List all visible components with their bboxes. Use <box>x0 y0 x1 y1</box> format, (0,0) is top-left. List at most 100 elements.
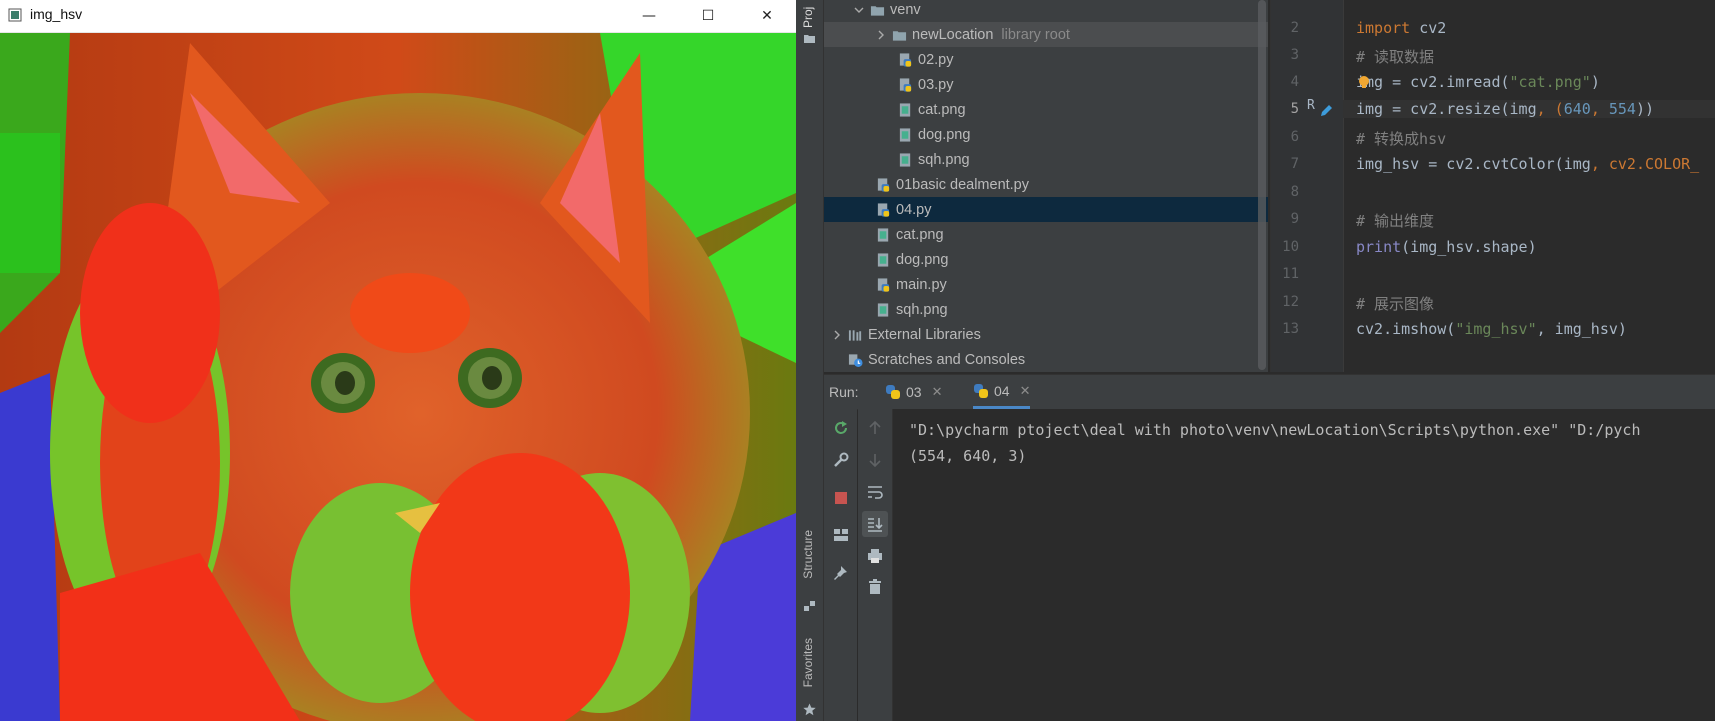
window-titlebar[interactable]: img_hsv — ☐ ✕ <box>0 0 796 33</box>
tree-item-label: dog.png <box>918 126 971 143</box>
run-tab-04[interactable]: 04 ✕ <box>973 375 1031 409</box>
project-tree: venv newLocation library root 02.py 03.p… <box>824 0 1268 372</box>
code-line-12: # 展示图像 <box>1356 295 1435 313</box>
pin-button[interactable] <box>828 560 854 586</box>
tree-item-01basic[interactable]: 01basic dealment.py <box>824 172 1268 197</box>
tree-item-venv[interactable]: venv <box>824 0 1268 22</box>
tree-item-catpng[interactable]: cat.png <box>824 97 1268 122</box>
tree-item-dogpng[interactable]: dog.png <box>824 122 1268 147</box>
python-file-icon <box>877 202 890 217</box>
wrench-icon <box>834 452 849 467</box>
scroll-to-end-button[interactable] <box>862 511 888 537</box>
maximize-button[interactable]: ☐ <box>679 0 737 32</box>
library-root-hint: library root <box>1001 26 1070 43</box>
code-line-9: # 输出维度 <box>1356 212 1435 230</box>
window-title: img_hsv <box>30 6 83 22</box>
project-tool-tab[interactable]: Proj <box>801 0 815 28</box>
tree-item-label: venv <box>890 1 921 18</box>
tree-item-external-libraries[interactable]: External Libraries <box>824 322 1262 347</box>
tree-scrollbar[interactable] <box>1258 0 1266 370</box>
structure-icon <box>804 601 815 611</box>
code-line-7: img_hsv = cv2.cvtColor(img, cv2.COLOR_ <box>1356 155 1700 173</box>
favorites-tool-tab[interactable]: Favorites <box>801 638 815 687</box>
tree-item-04py[interactable]: 04.py <box>824 197 1268 222</box>
tree-item-label: sqh.png <box>896 301 948 318</box>
rerun-button[interactable] <box>828 415 854 441</box>
rerun-icon <box>835 421 847 434</box>
tree-item-label: 01basic dealment.py <box>896 176 1029 193</box>
tree-item-sqhpng[interactable]: sqh.png <box>824 147 1268 172</box>
tool-window-stripe: Proj Structure Favorites <box>796 0 824 721</box>
scroll-up-button[interactable] <box>862 415 888 441</box>
close-tab-icon[interactable]: ✕ <box>1020 383 1031 399</box>
run-toolbar <box>824 409 857 721</box>
line-number: 4 <box>1290 74 1299 90</box>
library-icon <box>848 329 862 341</box>
console-command-line: "D:\pycharm ptoject\deal with photo\venv… <box>909 421 1641 439</box>
close-tab-icon[interactable]: ✕ <box>932 384 943 400</box>
tree-item-03py[interactable]: 03.py <box>824 72 1268 97</box>
image-file-icon <box>899 102 911 117</box>
line-number: 12 <box>1282 294 1299 310</box>
settings-button[interactable] <box>828 447 854 473</box>
tree-item-dogpng-root[interactable]: dog.png <box>824 247 1268 272</box>
tree-item-label: cat.png <box>896 226 944 243</box>
layout-button[interactable] <box>828 522 854 548</box>
run-console[interactable]: "D:\pycharm ptoject\deal with photo\venv… <box>893 409 1715 721</box>
lightbulb-icon[interactable] <box>1358 76 1370 89</box>
tree-item-scratches[interactable]: Scratches and Consoles <box>824 347 1268 372</box>
stop-button[interactable] <box>828 485 854 511</box>
tree-item-label: sqh.png <box>918 151 970 168</box>
tree-item-mainpy[interactable]: main.py <box>824 272 1268 297</box>
soft-wrap-button[interactable] <box>862 479 888 505</box>
run-label: Run: <box>829 384 859 400</box>
image-file-icon <box>877 252 889 267</box>
print-button[interactable] <box>862 543 888 569</box>
run-tool-window-header: Run: 03 ✕ 04 ✕ <box>824 374 1715 410</box>
scroll-down-button[interactable] <box>862 447 888 473</box>
python-file-icon <box>899 77 912 92</box>
python-file-icon <box>877 277 890 292</box>
line-number: 13 <box>1282 321 1299 337</box>
line-number: 9 <box>1290 211 1299 227</box>
python-file-icon <box>899 52 912 67</box>
pencil-icon[interactable] <box>1319 104 1333 118</box>
image-file-icon <box>899 127 911 142</box>
tree-item-newlocation[interactable]: newLocation library root <box>824 22 1268 47</box>
minimize-button[interactable]: — <box>620 0 678 32</box>
tree-item-sqhpng-root[interactable]: sqh.png <box>824 297 1268 322</box>
line-number-gutter: 2 3 4 5 6 7 8 9 10 11 12 13 R <box>1271 0 1344 372</box>
tree-item-catpng-root[interactable]: cat.png <box>824 222 1268 247</box>
close-button[interactable]: ✕ <box>738 0 796 32</box>
arrow-up-icon <box>869 420 881 434</box>
app-icon <box>8 8 22 22</box>
opencv-window: img_hsv — ☐ ✕ <box>0 0 796 721</box>
tree-item-02py[interactable]: 02.py <box>824 47 1268 72</box>
run-tab-label: 04 <box>994 382 1010 399</box>
structure-tool-tab[interactable]: Structure <box>801 530 815 579</box>
trash-icon <box>869 579 881 594</box>
tree-item-label: dog.png <box>896 251 949 268</box>
python-icon <box>886 385 900 399</box>
tree-item-label: 04.py <box>896 201 932 218</box>
scroll-to-end-icon <box>868 518 883 532</box>
run-marker[interactable]: R <box>1307 98 1315 113</box>
line-number: 11 <box>1282 266 1299 282</box>
code-line-6: # 转换成hsv <box>1356 130 1447 148</box>
code-editor[interactable]: 2 3 4 5 6 7 8 9 10 11 12 13 R import cv2… <box>1270 0 1715 372</box>
tree-item-label: cat.png <box>918 101 966 118</box>
line-number: 3 <box>1290 47 1299 63</box>
line-number: 8 <box>1290 184 1299 200</box>
line-number: 7 <box>1290 156 1299 172</box>
image-file-icon <box>877 302 889 317</box>
console-toolbar <box>858 409 893 721</box>
chevron-right-icon <box>878 30 884 39</box>
code-line-10: print(img_hsv.shape) <box>1356 238 1537 256</box>
code-line-3: # 读取数据 <box>1356 48 1435 66</box>
clear-button[interactable] <box>862 574 888 600</box>
folder-icon <box>804 35 815 43</box>
python-file-icon <box>877 177 890 192</box>
run-tab-03[interactable]: 03 ✕ <box>885 375 942 409</box>
folder-icon <box>892 30 907 41</box>
line-number: 5 <box>1290 101 1299 117</box>
